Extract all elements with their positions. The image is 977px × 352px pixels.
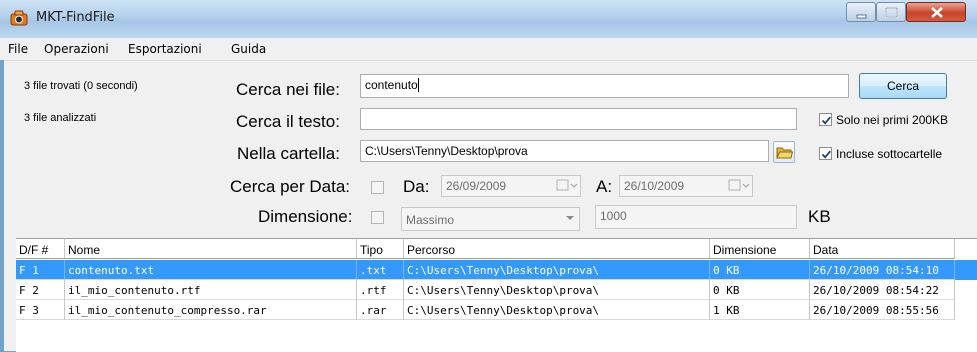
check-icon bbox=[821, 150, 831, 159]
size-mode-select[interactable]: Massimo bbox=[401, 207, 580, 231]
cell-path: C:\Users\Tenny\Desktop\prova\ bbox=[404, 260, 710, 280]
date-to-label: A: bbox=[596, 177, 613, 196]
maximize-button[interactable] bbox=[876, 2, 906, 22]
cell-name: il_mio_contenuto.rtf bbox=[65, 280, 357, 300]
results-table: D/F # Nome Tipo Percorso Dimensione Data… bbox=[16, 238, 977, 352]
cell-path: C:\Users\Tenny\Desktop\prova\ bbox=[404, 300, 710, 320]
search-button[interactable]: Cerca bbox=[859, 73, 947, 99]
size-label: Dimensione: bbox=[258, 207, 353, 226]
menu-file[interactable]: File bbox=[8, 42, 28, 56]
camera-icon bbox=[10, 10, 28, 26]
menu-bar: File Operazioni Esportazioni Guida bbox=[0, 38, 977, 61]
column-header-type[interactable]: Tipo bbox=[357, 239, 404, 259]
size-mode-value: Massimo bbox=[406, 213, 455, 227]
table-row[interactable]: F 1 contenuto.txt .txt C:\Users\Tenny\De… bbox=[16, 260, 977, 280]
close-button[interactable] bbox=[906, 2, 966, 22]
minimize-button[interactable] bbox=[846, 2, 876, 22]
text-input[interactable] bbox=[360, 108, 797, 130]
cell-type: .txt bbox=[357, 260, 404, 280]
date-from-label: Da: bbox=[403, 177, 430, 196]
menu-guida[interactable]: Guida bbox=[231, 42, 266, 56]
column-header-name[interactable]: Nome bbox=[65, 239, 357, 259]
cell-date: 26/10/2009 08:54:10 bbox=[810, 260, 955, 280]
cell-size: 0 KB bbox=[710, 260, 810, 280]
maximize-icon bbox=[885, 7, 898, 18]
column-header-path[interactable]: Percorso bbox=[404, 239, 710, 259]
browse-folder-button[interactable] bbox=[773, 141, 795, 163]
close-icon bbox=[931, 7, 943, 18]
cell-type: .rar bbox=[357, 300, 404, 320]
text-label: Cerca il testo: bbox=[236, 112, 340, 131]
date-from-value: 26/09/2009 bbox=[446, 179, 507, 193]
size-unit-label: KB bbox=[808, 207, 831, 226]
cell-index: F 1 bbox=[16, 260, 65, 280]
folder-input[interactable]: C:\Users\Tenny\Desktop\prova bbox=[360, 140, 769, 162]
minimize-icon bbox=[856, 14, 867, 19]
date-from-picker[interactable]: 26/09/2009 bbox=[441, 175, 581, 197]
title-bar[interactable]: MKT-FindFile bbox=[0, 0, 977, 38]
cell-index: F 3 bbox=[16, 300, 65, 320]
calendar-dropdown-icon bbox=[556, 179, 578, 191]
menu-operazioni[interactable]: Operazioni bbox=[44, 42, 109, 56]
date-label: Cerca per Data: bbox=[230, 177, 350, 196]
size-enable-checkbox[interactable] bbox=[371, 211, 384, 224]
table-row[interactable]: F 3 il_mio_contenuto_compresso.rar .rar … bbox=[16, 300, 977, 320]
cell-name: il_mio_contenuto_compresso.rar bbox=[65, 300, 357, 320]
subfolders-checkbox[interactable] bbox=[819, 147, 832, 160]
cell-size: 0 KB bbox=[710, 280, 810, 300]
column-header-index[interactable]: D/F # bbox=[16, 239, 65, 259]
column-header-size[interactable]: Dimensione bbox=[710, 239, 810, 259]
size-value-input[interactable]: 1000 bbox=[595, 205, 797, 229]
subfolders-label: Incluse sottocartelle bbox=[836, 147, 943, 161]
content-input-value: contenuto bbox=[365, 78, 418, 92]
cell-type: .rtf bbox=[357, 280, 404, 300]
cell-date: 26/10/2009 08:55:56 bbox=[810, 300, 955, 320]
cell-size: 1 KB bbox=[710, 300, 810, 320]
content-input[interactable]: contenuto bbox=[360, 74, 849, 98]
first-200kb-label: Solo nei primi 200KB bbox=[836, 113, 949, 127]
menu-esportazioni[interactable]: Esportazioni bbox=[128, 42, 202, 56]
main-window: MKT-FindFile File Operazioni Esportazion… bbox=[0, 0, 977, 352]
date-to-value: 26/10/2009 bbox=[624, 179, 685, 193]
content-label: Cerca nei file: bbox=[236, 80, 340, 99]
table-row[interactable]: F 2 il_mio_contenuto.rtf .rtf C:\Users\T… bbox=[16, 280, 977, 300]
column-header-date[interactable]: Data bbox=[810, 239, 955, 259]
chevron-down-icon bbox=[566, 216, 574, 220]
date-enable-checkbox[interactable] bbox=[371, 181, 384, 194]
window-border bbox=[0, 60, 4, 351]
status-found: 3 file trovati (0 secondi) bbox=[24, 80, 138, 92]
date-to-picker[interactable]: 26/10/2009 bbox=[619, 175, 753, 197]
check-icon bbox=[821, 116, 831, 125]
status-analyzed: 3 file analizzati bbox=[24, 112, 97, 124]
cell-date: 26/10/2009 08:54:22 bbox=[810, 280, 955, 300]
cell-path: C:\Users\Tenny\Desktop\prova\ bbox=[404, 280, 710, 300]
first-200kb-checkbox[interactable] bbox=[819, 113, 832, 126]
cell-index: F 2 bbox=[16, 280, 65, 300]
window-title: MKT-FindFile bbox=[36, 10, 115, 25]
folder-icon bbox=[776, 147, 793, 159]
cell-name: contenuto.txt bbox=[65, 260, 357, 280]
folder-label: Nella cartella: bbox=[237, 144, 340, 163]
calendar-dropdown-icon bbox=[728, 179, 750, 191]
